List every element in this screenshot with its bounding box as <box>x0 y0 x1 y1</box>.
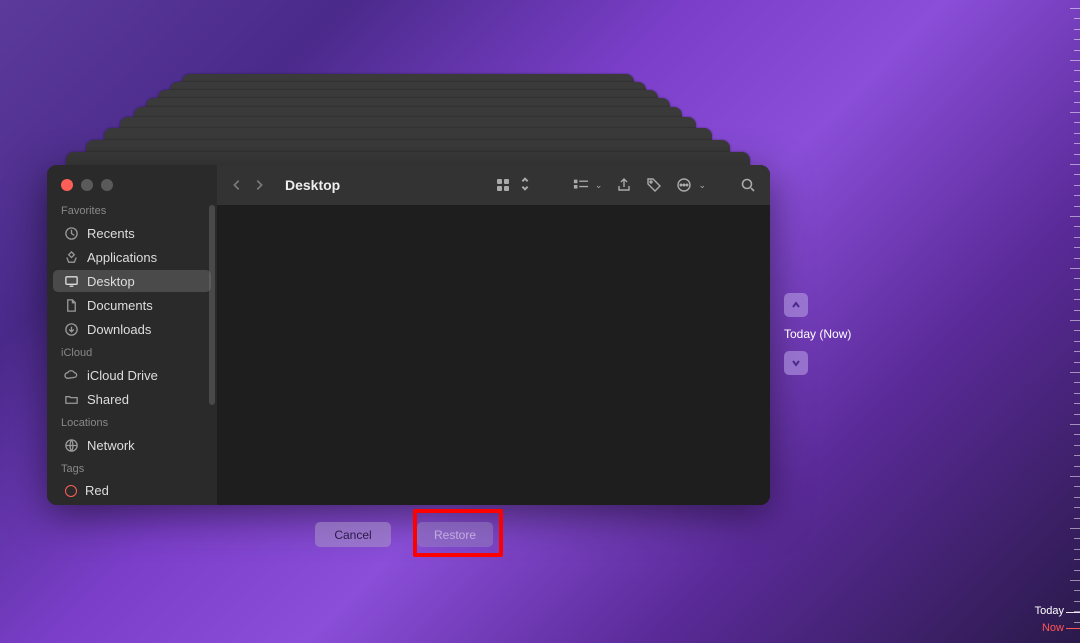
sidebar-item-documents[interactable]: Documents <box>53 294 211 316</box>
toolbar: Desktop ⌄ ⌄ <box>217 165 770 205</box>
sidebar-item-tag-red[interactable]: Red <box>53 480 211 501</box>
sidebar-item-recents[interactable]: Recents <box>53 222 211 244</box>
sidebar-item-desktop[interactable]: Desktop <box>53 270 211 292</box>
sidebar-item-network[interactable]: Network <box>53 434 211 456</box>
sidebar-item-shared[interactable]: Shared <box>53 388 211 410</box>
actions-button[interactable]: ⌄ <box>676 177 706 193</box>
sidebar-section-favorites: Favorites <box>47 199 217 221</box>
sidebar-scrollbar[interactable] <box>209 205 215 405</box>
action-buttons: Cancel Restore <box>315 522 493 547</box>
applications-icon <box>63 249 79 265</box>
sidebar-section-tags: Tags <box>47 457 217 479</box>
traffic-lights <box>47 165 217 199</box>
window-title: Desktop <box>285 177 340 193</box>
back-button[interactable] <box>231 178 243 192</box>
share-button[interactable] <box>616 177 632 193</box>
group-button[interactable]: ⌄ <box>573 177 603 193</box>
minimize-window-button[interactable] <box>81 179 93 191</box>
timeline-nav: Today (Now) <box>784 293 851 375</box>
clock-icon <box>63 225 79 241</box>
download-icon <box>63 321 79 337</box>
updown-icon <box>517 176 533 194</box>
content-area <box>217 205 770 505</box>
timeline-next-button[interactable] <box>784 351 808 375</box>
sidebar-item-label: Documents <box>87 298 153 313</box>
sidebar-item-label: Recents <box>87 226 135 241</box>
sidebar-item-label: Network <box>87 438 135 453</box>
sidebar-section-locations: Locations <box>47 411 217 433</box>
sidebar-item-label: iCloud Drive <box>87 368 158 383</box>
scale-now-label: Now <box>1042 622 1064 634</box>
zoom-window-button[interactable] <box>101 179 113 191</box>
sidebar-item-label: Desktop <box>87 274 135 289</box>
cancel-button[interactable]: Cancel <box>315 522 391 547</box>
timeline-current-label: Today (Now) <box>784 327 851 341</box>
scale-today-label: Today <box>1035 605 1064 617</box>
shared-folder-icon <box>63 391 79 407</box>
desktop-icon <box>63 273 79 289</box>
sidebar: Favorites Recents Applications Desktop D… <box>47 165 217 505</box>
sidebar-section-icloud: iCloud <box>47 341 217 363</box>
sidebar-item-label: Downloads <box>87 322 151 337</box>
close-window-button[interactable] <box>61 179 73 191</box>
view-icons-button[interactable] <box>495 176 533 194</box>
timeline-scale[interactable]: Today Now <box>1068 0 1080 643</box>
sidebar-item-tag-orange[interactable]: Orange <box>53 503 211 505</box>
search-button[interactable] <box>740 177 756 193</box>
forward-button[interactable] <box>253 178 265 192</box>
chevron-down-icon: ⌄ <box>698 180 706 191</box>
restore-button[interactable]: Restore <box>417 522 493 547</box>
main-area: Desktop ⌄ ⌄ <box>217 165 770 505</box>
document-icon <box>63 297 79 313</box>
sidebar-item-label: Red <box>85 483 109 498</box>
chevron-down-icon: ⌄ <box>595 180 603 191</box>
finder-window: Favorites Recents Applications Desktop D… <box>47 165 770 505</box>
sidebar-item-downloads[interactable]: Downloads <box>53 318 211 340</box>
tag-dot-icon <box>65 485 77 497</box>
network-icon <box>63 437 79 453</box>
sidebar-item-label: Applications <box>87 250 157 265</box>
tags-button[interactable] <box>646 177 662 193</box>
sidebar-item-label: Shared <box>87 392 129 407</box>
sidebar-item-applications[interactable]: Applications <box>53 246 211 268</box>
cloud-icon <box>63 367 79 383</box>
timeline-previous-button[interactable] <box>784 293 808 317</box>
sidebar-item-icloud-drive[interactable]: iCloud Drive <box>53 364 211 386</box>
